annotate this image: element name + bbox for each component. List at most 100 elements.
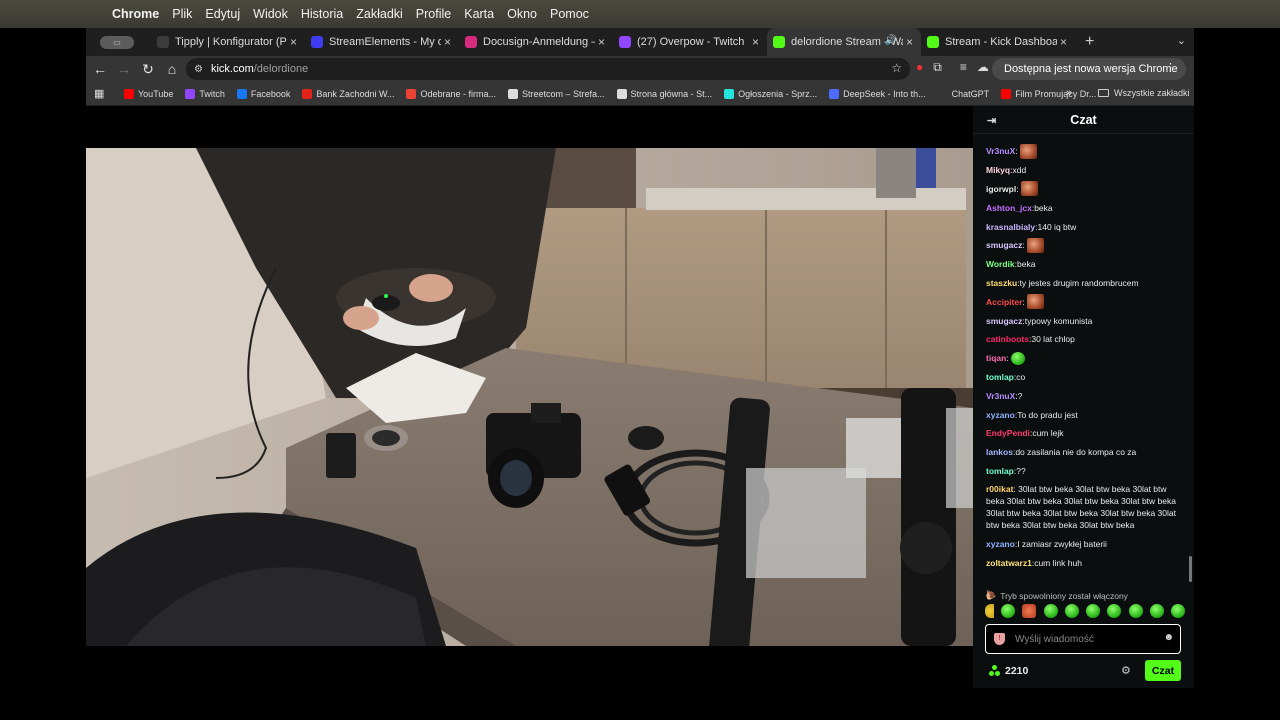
quick-emote[interactable] bbox=[1128, 604, 1143, 618]
menu-zakladki[interactable]: Zakładki bbox=[356, 7, 403, 21]
home-button[interactable]: ⌂ bbox=[160, 61, 184, 77]
chat-emote-icon[interactable] bbox=[1026, 294, 1044, 310]
chat-username[interactable]: Wordik bbox=[986, 258, 1015, 270]
chat-emote-icon[interactable] bbox=[1020, 181, 1038, 197]
menu-historia[interactable]: Historia bbox=[301, 7, 343, 21]
bookmark-item[interactable]: DeepSeek - Into th... bbox=[829, 88, 926, 99]
menu-plik[interactable]: Plik bbox=[172, 7, 192, 21]
menu-edytuj[interactable]: Edytuj bbox=[205, 7, 240, 21]
chat-settings-gear-icon[interactable]: ⚙ bbox=[1121, 664, 1131, 677]
bookmark-item[interactable]: Odebrane - firma... bbox=[406, 88, 496, 99]
stream-video-player[interactable] bbox=[86, 148, 973, 646]
chat-username[interactable]: r00ikat bbox=[986, 484, 1013, 494]
quick-emote[interactable] bbox=[1149, 604, 1164, 618]
quick-emote[interactable] bbox=[1170, 604, 1185, 618]
channel-points-icon[interactable] bbox=[989, 665, 1001, 677]
chrome-update-button[interactable]: Dostępna jest nowa wersja Chrome ⋮ bbox=[992, 58, 1186, 80]
profile-cloud-icon[interactable]: ☁ bbox=[977, 60, 989, 75]
chat-scrollbar[interactable] bbox=[1189, 556, 1192, 582]
menu-chrome[interactable]: Chrome bbox=[112, 7, 159, 21]
chat-username[interactable]: Accipiter bbox=[986, 296, 1022, 308]
tab-close-icon[interactable]: × bbox=[290, 35, 297, 49]
chat-emote-icon[interactable] bbox=[1026, 237, 1044, 253]
tab-close-icon[interactable]: × bbox=[906, 35, 913, 49]
new-tab-button[interactable]: + bbox=[1085, 33, 1094, 51]
bookmark-item[interactable]: Bank Zachodni W... bbox=[302, 88, 394, 99]
bookmark-item[interactable]: Strona główna - St... bbox=[616, 88, 712, 99]
shield-badge-icon[interactable]: ! bbox=[994, 633, 1005, 645]
browser-tab[interactable]: Docusign-Anmeldung – Anmelden× bbox=[459, 28, 613, 56]
chat-username[interactable]: tomlap bbox=[986, 371, 1014, 383]
tab-audio-icon[interactable]: 🔊 bbox=[885, 35, 897, 46]
forward-button[interactable]: → bbox=[112, 61, 136, 77]
bookmark-item[interactable]: YouTube bbox=[124, 88, 173, 99]
browser-tab[interactable]: Stream - Kick Dashboard × bbox=[921, 28, 1075, 56]
chat-username[interactable]: EndyPendi bbox=[986, 427, 1030, 439]
quick-emote[interactable] bbox=[1064, 604, 1079, 618]
all-bookmarks-folder[interactable]: Wszystkie zakładki bbox=[1098, 88, 1190, 98]
chat-username[interactable]: zoltatwarz1 bbox=[986, 557, 1032, 569]
chat-username[interactable]: igorwpl bbox=[986, 183, 1016, 195]
menu-profile[interactable]: Profile bbox=[416, 7, 451, 21]
chat-username[interactable]: Mikyq bbox=[986, 164, 1010, 176]
chat-username[interactable]: xyzano bbox=[986, 538, 1015, 550]
quick-emote[interactable] bbox=[1001, 604, 1016, 618]
site-info-icon[interactable]: ⚙ bbox=[194, 64, 203, 75]
chat-username[interactable]: Ashton_jcx bbox=[986, 202, 1032, 214]
chat-emote-icon[interactable] bbox=[1019, 143, 1037, 159]
browser-tab[interactable]: StreamElements - My dashboard× bbox=[305, 28, 459, 56]
kebab-menu-icon[interactable]: ⋮ bbox=[1165, 61, 1176, 74]
tab-group-pill[interactable]: ▭ bbox=[100, 35, 134, 49]
quick-emote[interactable] bbox=[1022, 604, 1037, 618]
bookmark-item[interactable]: Film Promujący Dr... bbox=[1001, 88, 1096, 99]
quick-emote[interactable] bbox=[1107, 604, 1122, 618]
chat-username[interactable]: staszku bbox=[986, 277, 1017, 289]
bookmark-item[interactable]: ChatGPT bbox=[937, 88, 989, 99]
chat-username[interactable]: smugacz bbox=[986, 315, 1022, 327]
tab-close-icon[interactable]: × bbox=[598, 35, 605, 49]
extension-record-icon[interactable]: ● bbox=[916, 60, 923, 75]
bookmark-item[interactable]: Facebook bbox=[236, 88, 290, 99]
more-bookmarks-icon[interactable]: » bbox=[1066, 87, 1072, 99]
collapse-chat-icon[interactable]: ⇥ bbox=[987, 114, 996, 127]
extensions-puzzle-icon[interactable]: ⧉ bbox=[933, 60, 942, 75]
menu-karta[interactable]: Karta bbox=[464, 7, 494, 21]
browser-tab[interactable]: Tipply | Konfigurator (Powiadomienia)× bbox=[151, 28, 305, 56]
chat-username[interactable]: tomlap bbox=[986, 465, 1014, 477]
chat-username[interactable]: tiqan bbox=[986, 352, 1006, 364]
browser-tab[interactable]: (27) Overpow - Twitch × bbox=[613, 28, 767, 56]
send-chat-button[interactable]: Czat bbox=[1145, 660, 1181, 681]
apps-grid-icon[interactable]: ▦ bbox=[94, 87, 118, 100]
menu-pomoc[interactable]: Pomoc bbox=[550, 7, 589, 21]
chat-username[interactable]: krasnalbialy bbox=[986, 221, 1035, 233]
chat-emote-icon[interactable] bbox=[1010, 351, 1025, 365]
media-controls-icon[interactable]: ≡ bbox=[960, 60, 967, 75]
emote-picker-icon[interactable]: ☻ bbox=[1163, 632, 1174, 643]
chat-message: staszku: ty jestes drugim randombrucem bbox=[986, 274, 1184, 293]
menu-okno[interactable]: Okno bbox=[507, 7, 537, 21]
chat-message-input-box[interactable]: ! ☻ bbox=[985, 624, 1181, 654]
bookmark-item[interactable]: Ogłoszenia - Sprz... bbox=[724, 88, 817, 99]
bookmark-item[interactable]: Twitch bbox=[185, 88, 225, 99]
chat-username[interactable]: xyzano bbox=[986, 409, 1015, 421]
browser-tab[interactable]: delordione Stream - Watch Live🔊× bbox=[767, 28, 921, 56]
reload-button[interactable]: ↻ bbox=[136, 61, 160, 78]
quick-emote[interactable] bbox=[1043, 604, 1058, 618]
bookmark-star-icon[interactable]: ☆ bbox=[891, 61, 902, 75]
quick-emote[interactable] bbox=[1086, 604, 1101, 618]
chat-username[interactable]: smugacz bbox=[986, 239, 1022, 251]
back-button[interactable]: ← bbox=[88, 61, 112, 77]
chat-username[interactable]: lankos bbox=[986, 446, 1013, 458]
tab-search-chevron-icon[interactable]: ⌄ bbox=[1177, 34, 1186, 47]
chat-message-input[interactable] bbox=[1015, 633, 1155, 645]
tab-close-icon[interactable]: × bbox=[1060, 35, 1067, 49]
tab-close-icon[interactable]: × bbox=[444, 35, 451, 49]
chat-username[interactable]: Vr3nuX bbox=[986, 390, 1015, 402]
chat-username[interactable]: Vr3nuX bbox=[986, 145, 1015, 157]
menu-widok[interactable]: Widok bbox=[253, 7, 288, 21]
tab-close-icon[interactable]: × bbox=[752, 35, 759, 49]
bookmark-item[interactable]: Streetcom – Strefa... bbox=[508, 88, 605, 99]
quick-emote[interactable] bbox=[985, 604, 994, 618]
address-bar[interactable]: ⚙ kick.com/delordione ☆ bbox=[186, 58, 910, 80]
chat-username[interactable]: catinboots bbox=[986, 333, 1029, 345]
